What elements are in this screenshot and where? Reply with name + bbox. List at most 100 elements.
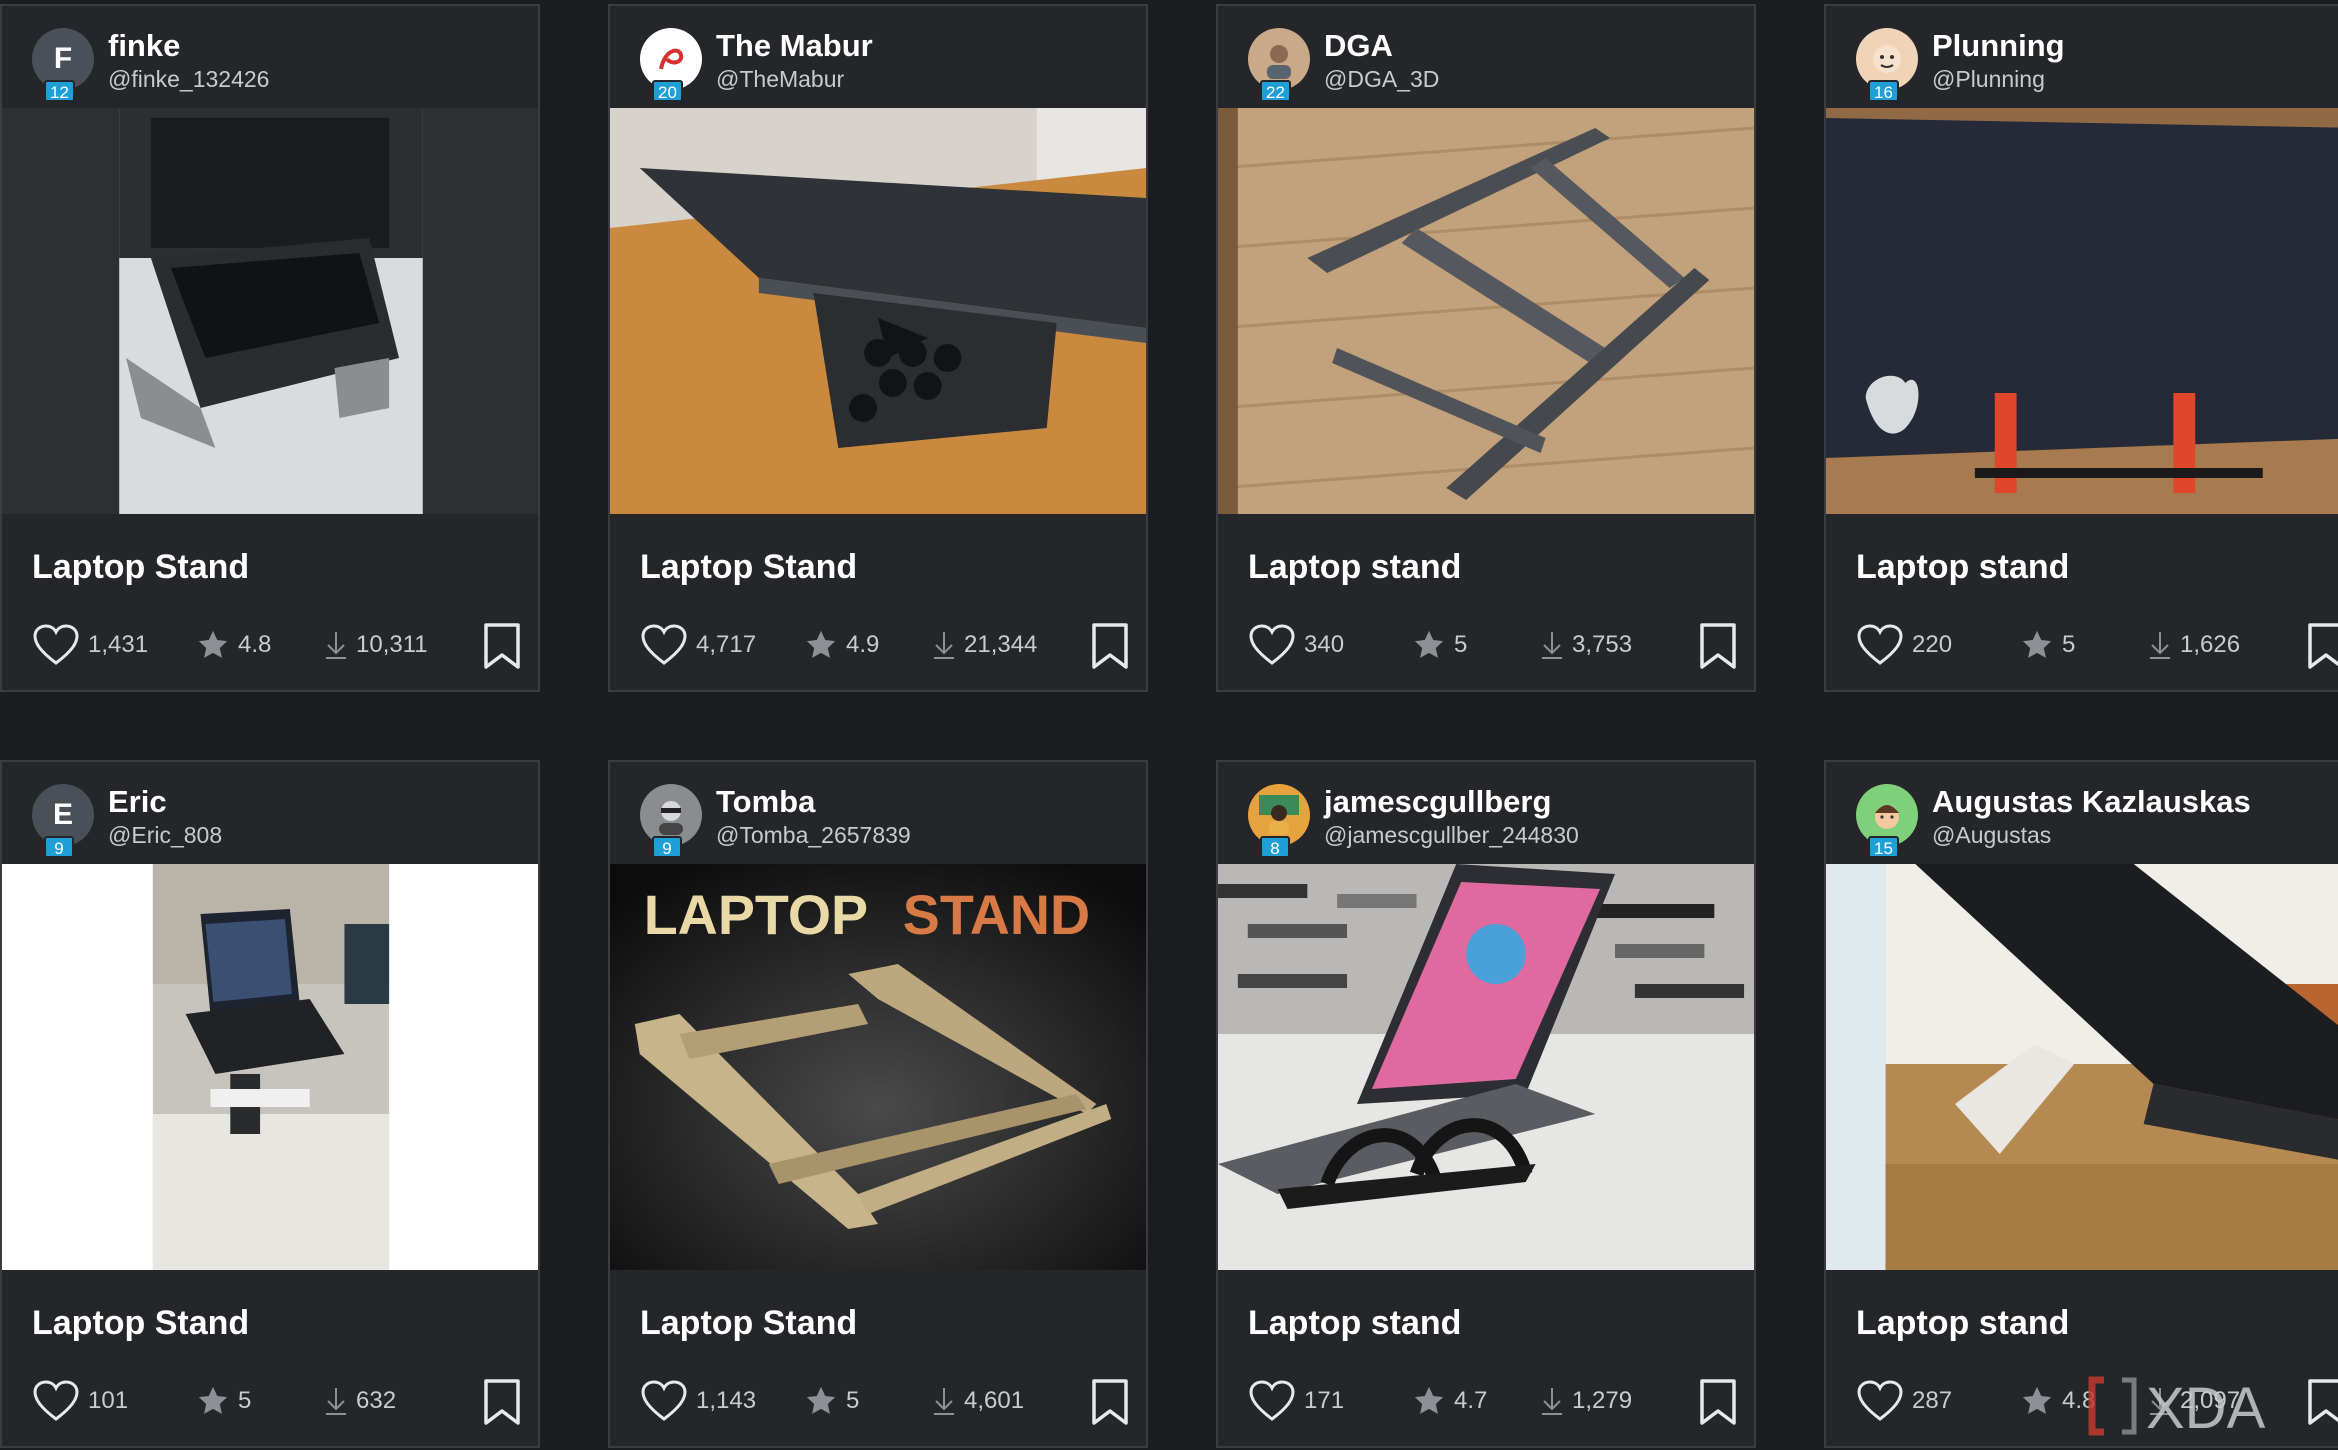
- rating: 4.8: [2020, 1374, 2095, 1428]
- person-photo-icon: [1259, 795, 1299, 835]
- like-button[interactable]: 101: [32, 1374, 128, 1428]
- watermark-text: XDA: [2146, 1376, 2266, 1438]
- model-title[interactable]: Laptop stand: [1248, 548, 1461, 587]
- model-title[interactable]: Laptop stand: [1248, 1304, 1461, 1343]
- like-button[interactable]: 4,717: [640, 618, 756, 672]
- model-title[interactable]: Laptop Stand: [32, 548, 249, 587]
- user-name[interactable]: The Mabur: [716, 28, 873, 64]
- user-handle[interactable]: @Plunning: [1932, 66, 2045, 93]
- star-icon: [198, 1386, 228, 1414]
- bookmark-icon[interactable]: [482, 1378, 522, 1426]
- model-card[interactable]: F 12 finke @finke_132426 Laptop Stand 1,…: [0, 4, 540, 692]
- bookmark-icon[interactable]: [2306, 622, 2338, 670]
- model-card[interactable]: 8 jamescgullberg @jamescgullber_244830 L…: [1216, 760, 1756, 1448]
- avatar[interactable]: 9: [640, 784, 702, 858]
- user-handle[interactable]: @Augustas: [1932, 822, 2051, 849]
- rating-value: 4.7: [1454, 1387, 1488, 1414]
- model-card[interactable]: 9 Tomba @Tomba_2657839 LAPTOP STAND Lapt…: [608, 760, 1148, 1448]
- model-card[interactable]: E 9 Eric @Eric_808 Laptop Stand 101 5 63…: [0, 760, 540, 1448]
- model-title[interactable]: Laptop Stand: [640, 548, 857, 587]
- model-title[interactable]: Laptop Stand: [640, 1304, 857, 1343]
- model-thumbnail[interactable]: [2, 108, 538, 514]
- card-stats: 171 4.7 1,279: [1248, 1374, 1738, 1428]
- card-stats: 4,717 4.9 21,344: [640, 618, 1130, 672]
- model-thumbnail[interactable]: [1218, 108, 1754, 514]
- like-button[interactable]: 1,431: [32, 618, 148, 672]
- avatar[interactable]: E 9: [32, 784, 94, 858]
- model-grid: F 12 finke @finke_132426 Laptop Stand 1,…: [0, 0, 2338, 1450]
- download-count: 4,601: [964, 1387, 1025, 1414]
- avatar[interactable]: 22: [1248, 28, 1310, 102]
- user-name[interactable]: jamescgullberg: [1324, 784, 1551, 820]
- download-count: 10,311: [356, 631, 428, 658]
- avatar[interactable]: F 12: [32, 28, 94, 102]
- level-badge: 20: [652, 80, 683, 102]
- user-handle[interactable]: @DGA_3D: [1324, 66, 1439, 93]
- star-icon: [198, 630, 228, 658]
- user-name[interactable]: Plunning: [1932, 28, 2065, 64]
- cartoon-face-icon: [1875, 805, 1899, 829]
- model-title[interactable]: Laptop Stand: [32, 1304, 249, 1343]
- like-count: 340: [1304, 631, 1345, 658]
- user-handle[interactable]: @jamescgullber_244830: [1324, 822, 1579, 849]
- bookmark-icon[interactable]: [1698, 1378, 1738, 1426]
- rating: 4.9: [804, 618, 879, 672]
- like-button[interactable]: 340: [1248, 618, 1344, 672]
- model-thumbnail[interactable]: [1826, 864, 2338, 1270]
- user-handle[interactable]: @Tomba_2657839: [716, 822, 911, 849]
- model-thumbnail[interactable]: [610, 108, 1146, 514]
- bookmark-icon[interactable]: [482, 622, 522, 670]
- card-stats: 340 5 3,753: [1248, 618, 1738, 672]
- like-count: 1,143: [696, 1387, 757, 1414]
- avatar[interactable]: 15: [1856, 784, 1918, 858]
- user-name[interactable]: Eric: [108, 784, 167, 820]
- model-thumbnail[interactable]: [1826, 108, 2338, 514]
- user-name[interactable]: DGA: [1324, 28, 1393, 64]
- bookmark-icon[interactable]: [1090, 622, 1130, 670]
- like-count: 101: [88, 1387, 129, 1414]
- rating: 4.7: [1412, 1374, 1487, 1428]
- rating-value: 4.9: [846, 631, 880, 658]
- user-handle[interactable]: @Eric_808: [108, 822, 222, 849]
- model-thumbnail[interactable]: LAPTOP STAND: [610, 864, 1146, 1270]
- user-name[interactable]: finke: [108, 28, 180, 64]
- like-button[interactable]: 220: [1856, 618, 1952, 672]
- model-title[interactable]: Laptop stand: [1856, 1304, 2069, 1343]
- model-card[interactable]: 16 Plunning @Plunning Laptop stand 220 5…: [1824, 4, 2338, 692]
- user-name[interactable]: Augustas Kazlauskas: [1932, 784, 2251, 820]
- card-stats: 220 5 1,626: [1856, 618, 2338, 672]
- like-button[interactable]: 287: [1856, 1374, 1952, 1428]
- downloads: 21,344: [932, 618, 1037, 672]
- rating: 5: [1412, 618, 1467, 672]
- downloads: 1,279: [1540, 1374, 1632, 1428]
- level-badge: 22: [1260, 80, 1291, 102]
- like-count: 287: [1912, 1387, 1953, 1414]
- user-handle[interactable]: @TheMabur: [716, 66, 844, 93]
- card-header: E 9 Eric @Eric_808: [2, 762, 538, 864]
- star-icon: [806, 630, 836, 658]
- model-title[interactable]: Laptop stand: [1856, 548, 2069, 587]
- heart-icon: [1249, 624, 1295, 665]
- level-badge: 16: [1868, 80, 1899, 102]
- model-thumbnail[interactable]: [2, 864, 538, 1270]
- like-button[interactable]: 1,143: [640, 1374, 756, 1428]
- card-header: F 12 finke @finke_132426: [2, 6, 538, 108]
- model-card[interactable]: 22 DGA @DGA_3D Laptop stand 340 5 3,753: [1216, 4, 1756, 692]
- model-card[interactable]: 15 Augustas Kazlauskas @Augustas Laptop …: [1824, 760, 2338, 1448]
- person-photo-icon: [659, 801, 683, 835]
- avatar[interactable]: 20: [640, 28, 702, 102]
- heart-icon: [1857, 1380, 1903, 1421]
- user-name[interactable]: Tomba: [716, 784, 815, 820]
- bookmark-icon[interactable]: [1698, 622, 1738, 670]
- level-badge: 12: [44, 80, 75, 102]
- rating: 5: [804, 1374, 859, 1428]
- user-handle[interactable]: @finke_132426: [108, 66, 269, 93]
- avatar[interactable]: 16: [1856, 28, 1918, 102]
- like-button[interactable]: 171: [1248, 1374, 1344, 1428]
- download-icon: [326, 1388, 346, 1415]
- downloads: 4,601: [932, 1374, 1024, 1428]
- bookmark-icon[interactable]: [1090, 1378, 1130, 1426]
- model-thumbnail[interactable]: [1218, 864, 1754, 1270]
- model-card[interactable]: 20 The Mabur @TheMabur Laptop Stand 4,71…: [608, 4, 1148, 692]
- avatar[interactable]: 8: [1248, 784, 1310, 858]
